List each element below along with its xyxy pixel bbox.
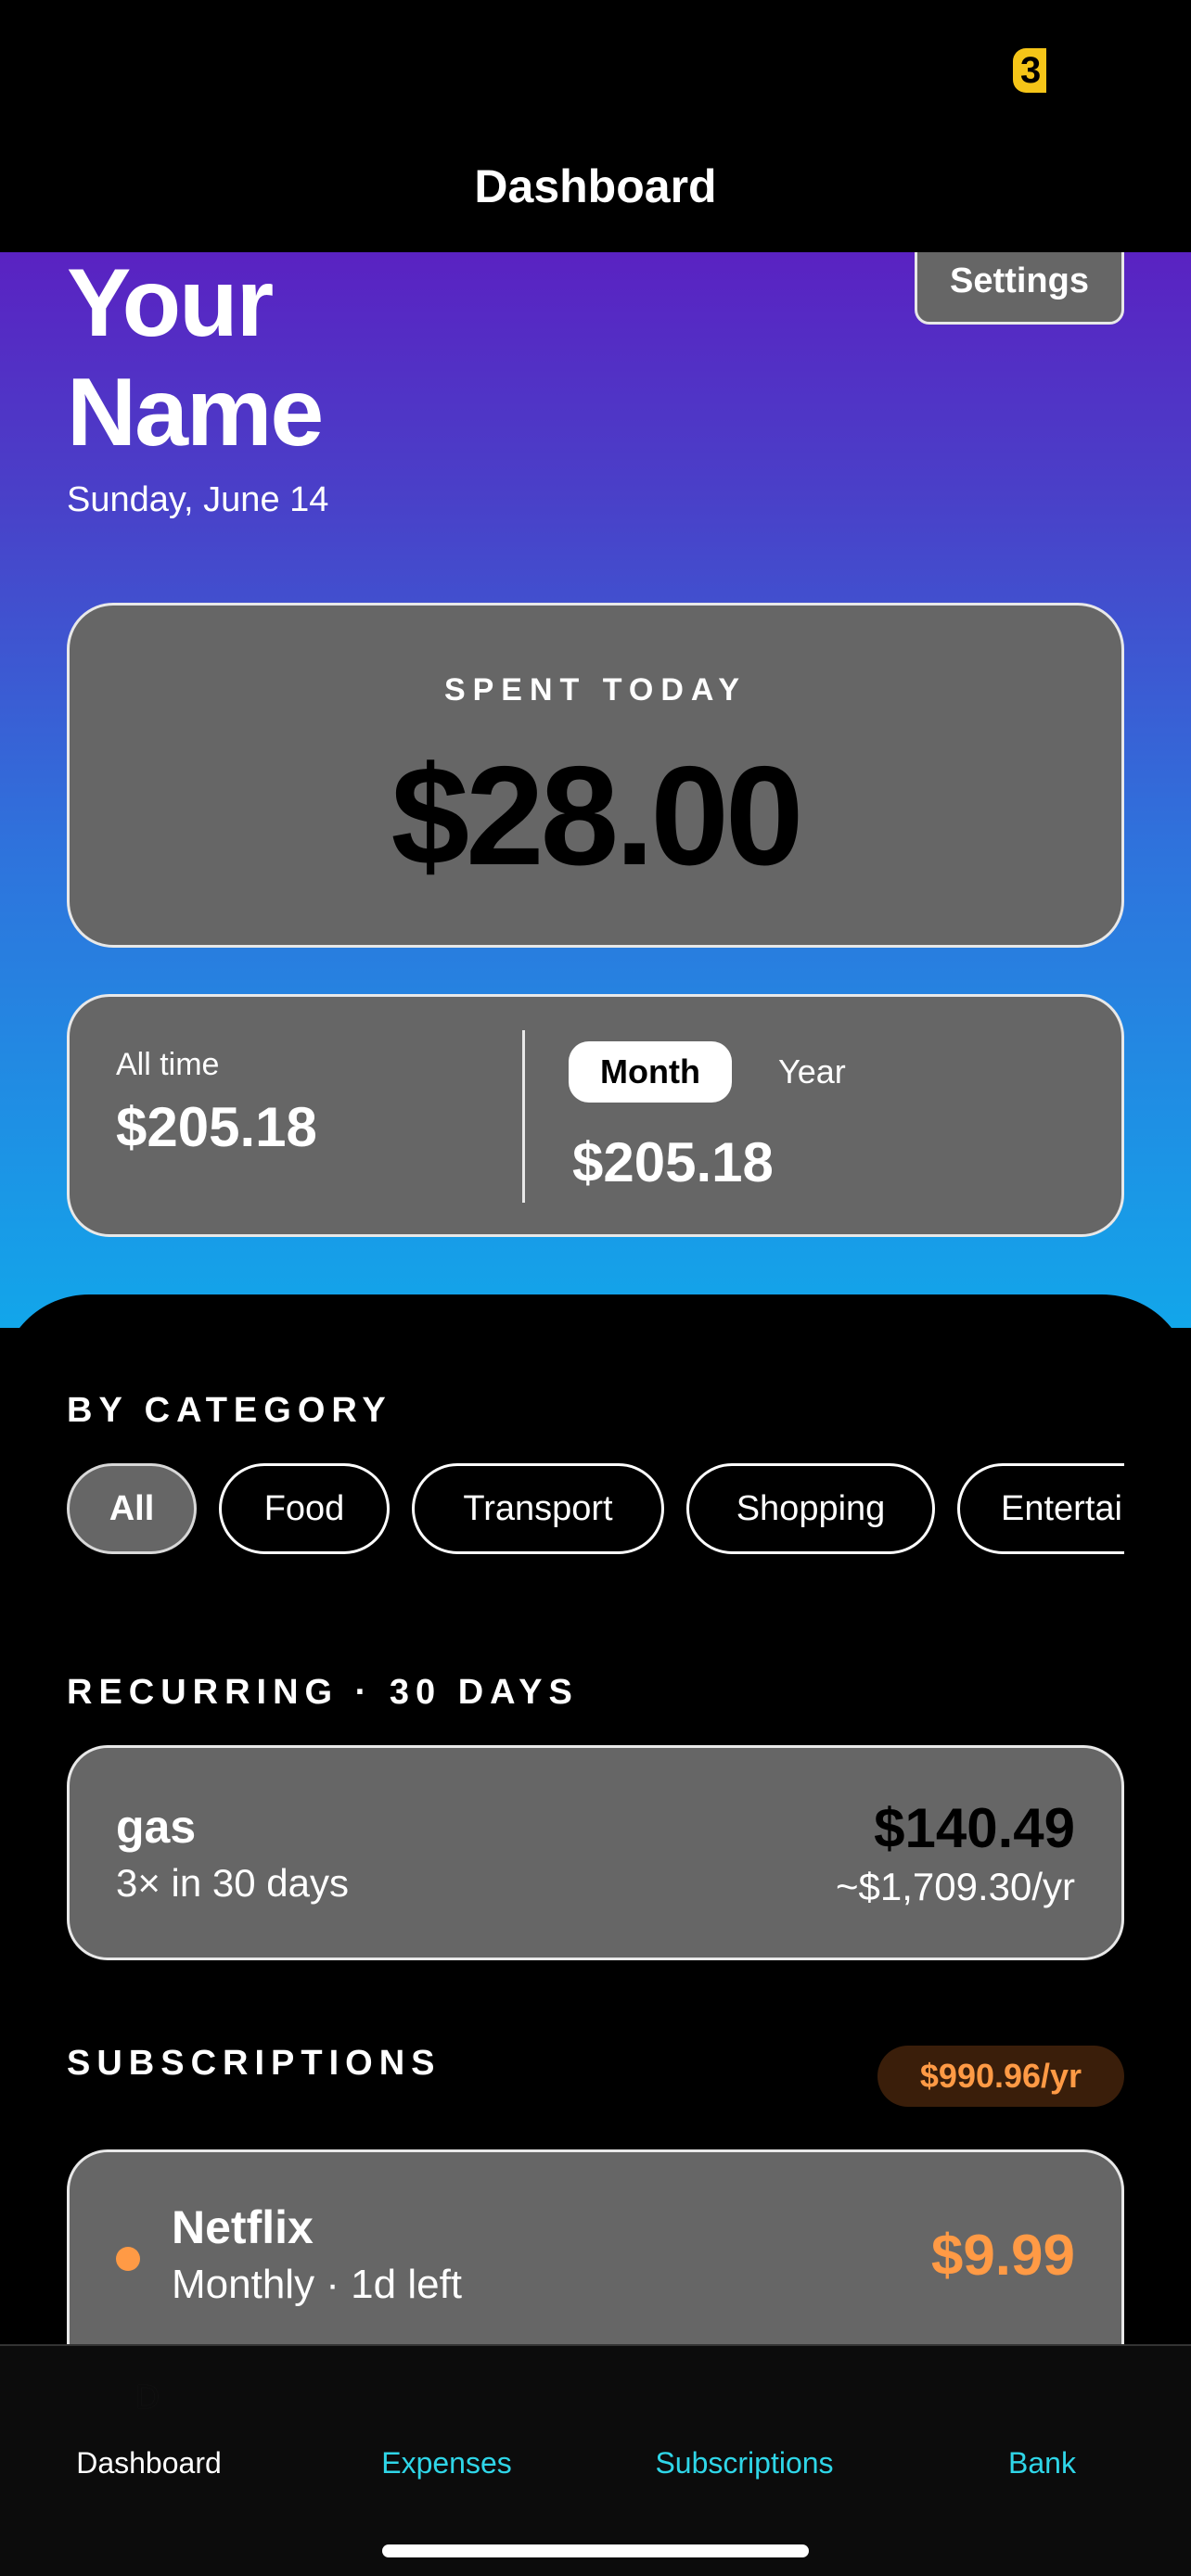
bottom-tab-bar: D Dashboard Expenses Subscriptions Bank: [0, 2344, 1191, 2576]
chip-all[interactable]: All: [67, 1463, 197, 1554]
tab-month[interactable]: Month: [569, 1041, 732, 1103]
spent-today-card: SPENT TODAY $28.00: [67, 603, 1124, 948]
subscription-name: Netflix: [172, 2201, 314, 2253]
subscriptions-annual-badge: $990.96/yr: [877, 2046, 1124, 2107]
user-name-first: Your: [67, 249, 274, 357]
all-time-label: All time: [116, 1047, 220, 1082]
subscriptions-title: SUBSCRIPTIONS: [67, 2044, 442, 2083]
top-bar: 3 Dashboard: [0, 0, 1191, 252]
chip-shopping[interactable]: Shopping: [686, 1463, 935, 1554]
tab-icon-placeholder: D: [135, 2378, 160, 2416]
totals-card: All time $205.18 Month Year $205.18: [67, 994, 1124, 1237]
recurring-count: 3× in 30 days: [116, 1861, 350, 1905]
category-chips: All Food Transport Shopping Entertainmen…: [67, 1463, 1124, 1554]
user-name: Your Name: [67, 249, 324, 467]
subscription-price: $9.99: [930, 2224, 1075, 2288]
home-indicator[interactable]: [382, 2544, 809, 2557]
tab-subscriptions[interactable]: Subscriptions: [596, 2446, 893, 2480]
recurring-item[interactable]: gas 3× in 30 days $140.49 ~$1,709.30/yr: [67, 1745, 1124, 1960]
chip-transport[interactable]: Transport: [412, 1463, 664, 1554]
page-title: Dashboard: [474, 160, 717, 212]
chip-food[interactable]: Food: [219, 1463, 390, 1554]
tab-dashboard[interactable]: Dashboard: [0, 2446, 298, 2480]
recurring-amount: $140.49: [874, 1797, 1075, 1859]
recurring-title: RECURRING · 30 DAYS: [67, 1673, 579, 1712]
period-total-value: $205.18: [572, 1131, 774, 1193]
tab-year[interactable]: Year: [778, 1041, 846, 1103]
spent-today-label: SPENT TODAY: [443, 672, 748, 708]
tab-bank[interactable]: Bank: [893, 2446, 1191, 2480]
current-date: Sunday, June 14: [67, 480, 329, 519]
tab-expenses[interactable]: Expenses: [298, 2446, 596, 2480]
all-time-value: $205.18: [116, 1096, 317, 1158]
chip-entertainment[interactable]: Entertainment: [957, 1463, 1124, 1554]
status-badge: 3: [1013, 48, 1046, 93]
subscription-meta: Monthly · 1d left: [172, 2262, 463, 2307]
recurring-annual: ~$1,709.30/yr: [835, 1865, 1075, 1908]
totals-divider: [522, 1030, 525, 1203]
by-category-title: BY CATEGORY: [67, 1391, 392, 1430]
spent-today-amount: $28.00: [391, 737, 804, 895]
user-name-last: Name: [67, 359, 324, 466]
recurring-name: gas: [116, 1801, 197, 1853]
status-dot-icon: [116, 2247, 140, 2271]
